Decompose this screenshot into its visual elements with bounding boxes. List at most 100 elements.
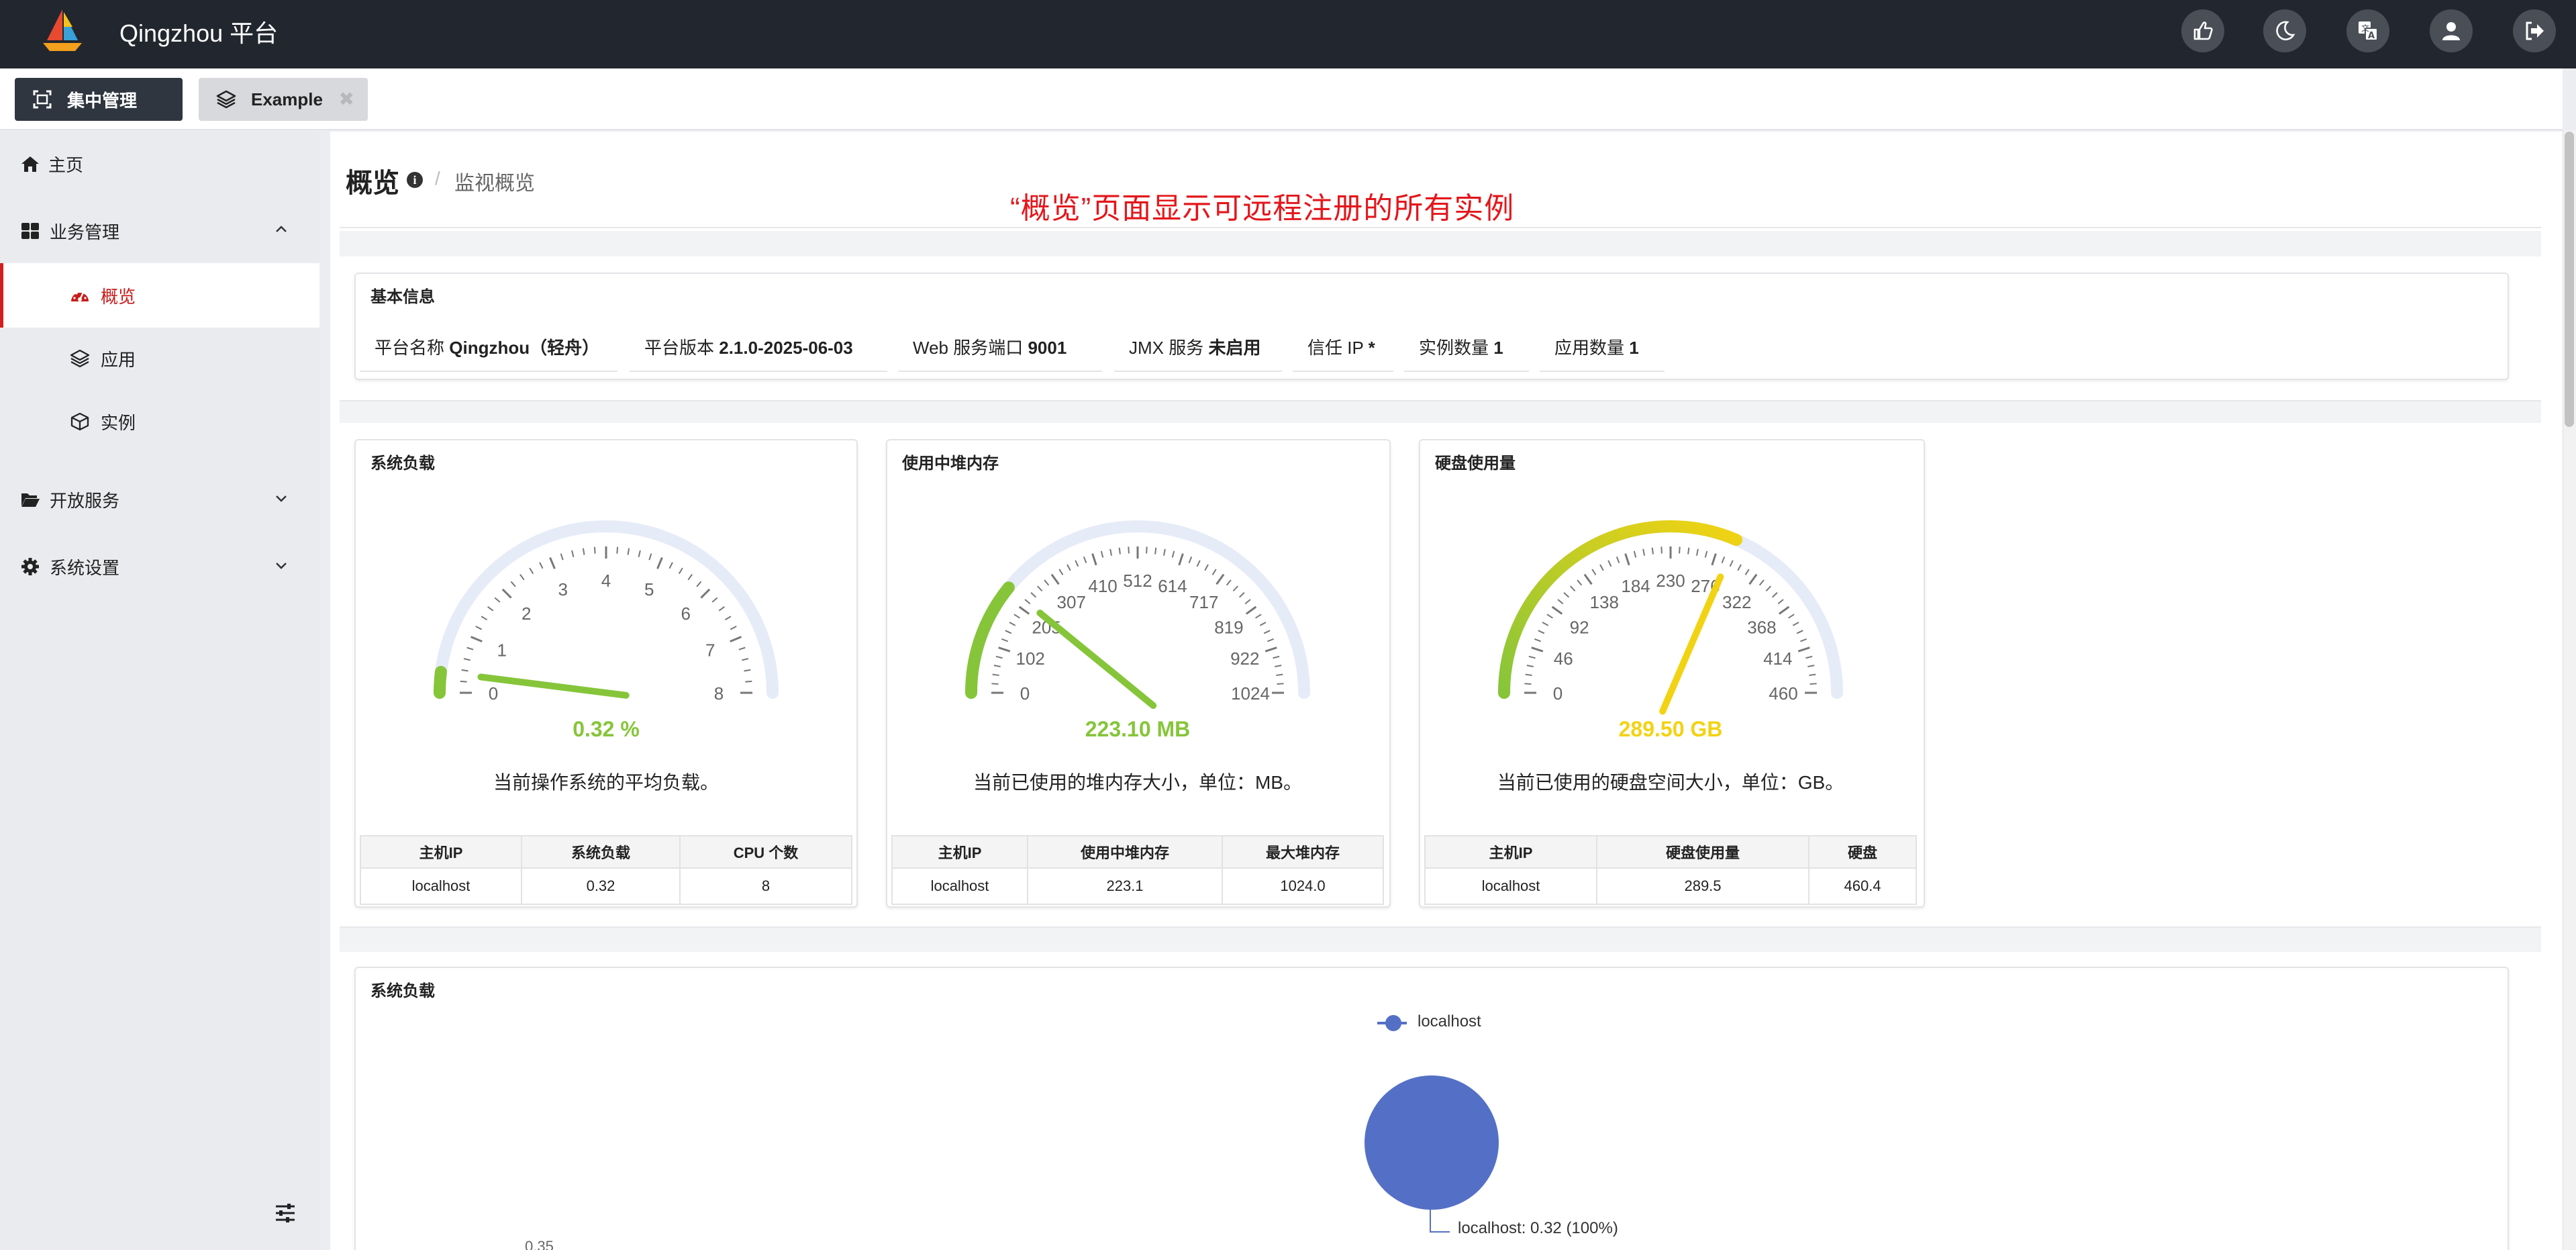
sidebar-item-home[interactable]: 主页 bbox=[0, 132, 319, 196]
gauge-pointer bbox=[477, 673, 630, 699]
gauge-tick bbox=[1146, 546, 1148, 554]
cog-icon bbox=[21, 558, 39, 575]
gauge-tick bbox=[1729, 560, 1734, 567]
sidebar-item-apps[interactable]: 应用 bbox=[0, 326, 319, 391]
gauge-tick bbox=[724, 616, 732, 621]
table-row: localhost 289.5 460.4 bbox=[1424, 867, 1917, 905]
gauge-tick bbox=[1216, 573, 1225, 585]
user-button[interactable] bbox=[2430, 9, 2473, 52]
gauge-tick-label: 8 bbox=[714, 683, 724, 704]
table-cell: localhost bbox=[891, 867, 1028, 905]
gauge-tick-label: 0 bbox=[1553, 683, 1563, 704]
gauge-tick-label: 5 bbox=[644, 579, 654, 599]
pie-label-line bbox=[1430, 1208, 1450, 1233]
gauge-table: 主机IP 硬盘使用量 硬盘 localhost 289.5 460.4 bbox=[1424, 835, 1917, 905]
gauge-progress bbox=[434, 665, 447, 699]
gauge-tick bbox=[1524, 683, 1532, 685]
legend-marker[interactable] bbox=[1385, 1015, 1401, 1031]
gauge-tick bbox=[1577, 579, 1583, 586]
sidebar-item-label: 应用 bbox=[101, 349, 136, 370]
legend-label[interactable]: localhost bbox=[1418, 1012, 1481, 1031]
gauge-tick bbox=[1273, 655, 1280, 659]
gauge-tick bbox=[638, 550, 641, 557]
sliders-icon[interactable] bbox=[274, 1202, 297, 1224]
gauge-tick bbox=[1542, 622, 1549, 626]
tab-label: 集中管理 bbox=[67, 90, 138, 111]
gauge-tick bbox=[1255, 614, 1262, 619]
gauge-tick bbox=[1171, 550, 1175, 558]
gauge-tick bbox=[991, 683, 999, 685]
section-gap bbox=[340, 231, 2541, 256]
sidebar-item-system-settings[interactable]: 系统设置 bbox=[0, 534, 319, 599]
axis-tick: 0.35 bbox=[525, 1238, 554, 1250]
sidebar-item-overview[interactable]: 概览 bbox=[0, 263, 319, 328]
gauge-tick bbox=[1737, 564, 1742, 571]
gauge-tick bbox=[539, 562, 544, 569]
gauge-tick bbox=[627, 548, 630, 555]
gauge-tick bbox=[1058, 569, 1064, 575]
gauge-tick bbox=[718, 606, 725, 612]
gauge-tick bbox=[1188, 556, 1193, 563]
gauge-tick bbox=[1748, 573, 1758, 585]
gauge-tick bbox=[1196, 560, 1201, 567]
gauge-tick bbox=[1050, 573, 1060, 585]
language-button[interactable]: 文A bbox=[2346, 9, 2389, 52]
gauge-tick bbox=[993, 665, 1001, 668]
svg-text:A: A bbox=[2368, 31, 2375, 41]
gauge-value: 223.10 MB bbox=[1085, 717, 1191, 741]
tab-example[interactable]: Example ✖ bbox=[199, 78, 368, 121]
table-header: 主机IP bbox=[360, 835, 522, 869]
tab-close-icon[interactable]: ✖ bbox=[339, 90, 354, 109]
gauge-tick bbox=[687, 574, 693, 581]
gauge-panel-system-load: 系统负载 0 12 3 4 5 67 8 0.32 % 当前操作系统的平均负载。 主机IP 系… bbox=[354, 439, 858, 908]
gauge-tick bbox=[549, 557, 556, 569]
sidebar-item-business[interactable]: 业务管理 bbox=[0, 199, 319, 263]
gauge-tick-label: 2 bbox=[522, 604, 531, 624]
gauge-tick-label: 92 bbox=[1570, 617, 1589, 637]
gauge-table: 主机IP 系统负载 CPU 个数 localhost 0.32 8 bbox=[360, 835, 852, 905]
info-icon[interactable]: i bbox=[407, 172, 423, 188]
gauge-tick bbox=[1765, 585, 1771, 592]
feedback-button[interactable] bbox=[2181, 9, 2224, 52]
gauge-tick bbox=[1267, 638, 1275, 642]
table-cell: 8 bbox=[679, 867, 852, 905]
pie-slice-localhost[interactable] bbox=[1365, 1075, 1499, 1210]
scrollbar-thumb[interactable] bbox=[2565, 132, 2574, 427]
breadcrumb[interactable]: 监视概览 bbox=[454, 166, 535, 196]
user-icon bbox=[2442, 22, 2460, 40]
logout-button[interactable] bbox=[2513, 9, 2556, 52]
gauge-tick bbox=[1259, 622, 1267, 626]
gauge-tick bbox=[700, 588, 711, 599]
table-row: localhost 0.32 8 bbox=[360, 867, 852, 905]
gauge-pointer bbox=[1659, 573, 1724, 715]
table-header: 使用中堆内存 bbox=[1027, 835, 1223, 869]
sidebar-item-instances[interactable]: 实例 bbox=[0, 389, 319, 454]
folder-open-icon bbox=[21, 493, 40, 507]
gauge-tick bbox=[711, 597, 718, 603]
dark-mode-button[interactable] bbox=[2263, 9, 2306, 52]
gauge-tick bbox=[678, 567, 683, 575]
tab-central-management[interactable]: 集中管理 bbox=[15, 78, 183, 121]
gauge-tick-label: 717 bbox=[1189, 592, 1218, 612]
gauge-tick-label: 230 bbox=[1656, 571, 1685, 591]
gauge-tick bbox=[1616, 556, 1620, 563]
gauge-tick bbox=[460, 680, 467, 683]
gauge-tick-label: 0 bbox=[489, 683, 498, 704]
chevron-up-icon bbox=[276, 226, 287, 232]
gauge-tick bbox=[1810, 683, 1817, 685]
sidebar-item-open-services[interactable]: 开放服务 bbox=[0, 467, 319, 532]
gauge-tick bbox=[1797, 646, 1810, 653]
gauge-tick-label: 102 bbox=[1016, 648, 1045, 669]
gauge-tick-label: 7 bbox=[705, 640, 715, 661]
info-platform-version: 平台版本 2.1.0-2025-06-03 bbox=[630, 336, 887, 372]
section-gap bbox=[340, 401, 2541, 423]
gauge-tick bbox=[1162, 548, 1166, 556]
gauge-chart: 0102205307410 512 6147178199221024 bbox=[965, 520, 1310, 709]
table-header: 主机IP bbox=[1424, 835, 1597, 869]
gauge-chart: 04692138184 230 276322368414460 bbox=[1498, 520, 1843, 715]
gauge-tick bbox=[742, 658, 749, 661]
gauge-tick bbox=[1642, 548, 1646, 556]
table-cell: localhost bbox=[1424, 867, 1597, 905]
info-trusted-ip: 信任 IP * bbox=[1293, 336, 1393, 372]
table-cell: 1024.0 bbox=[1222, 867, 1384, 905]
